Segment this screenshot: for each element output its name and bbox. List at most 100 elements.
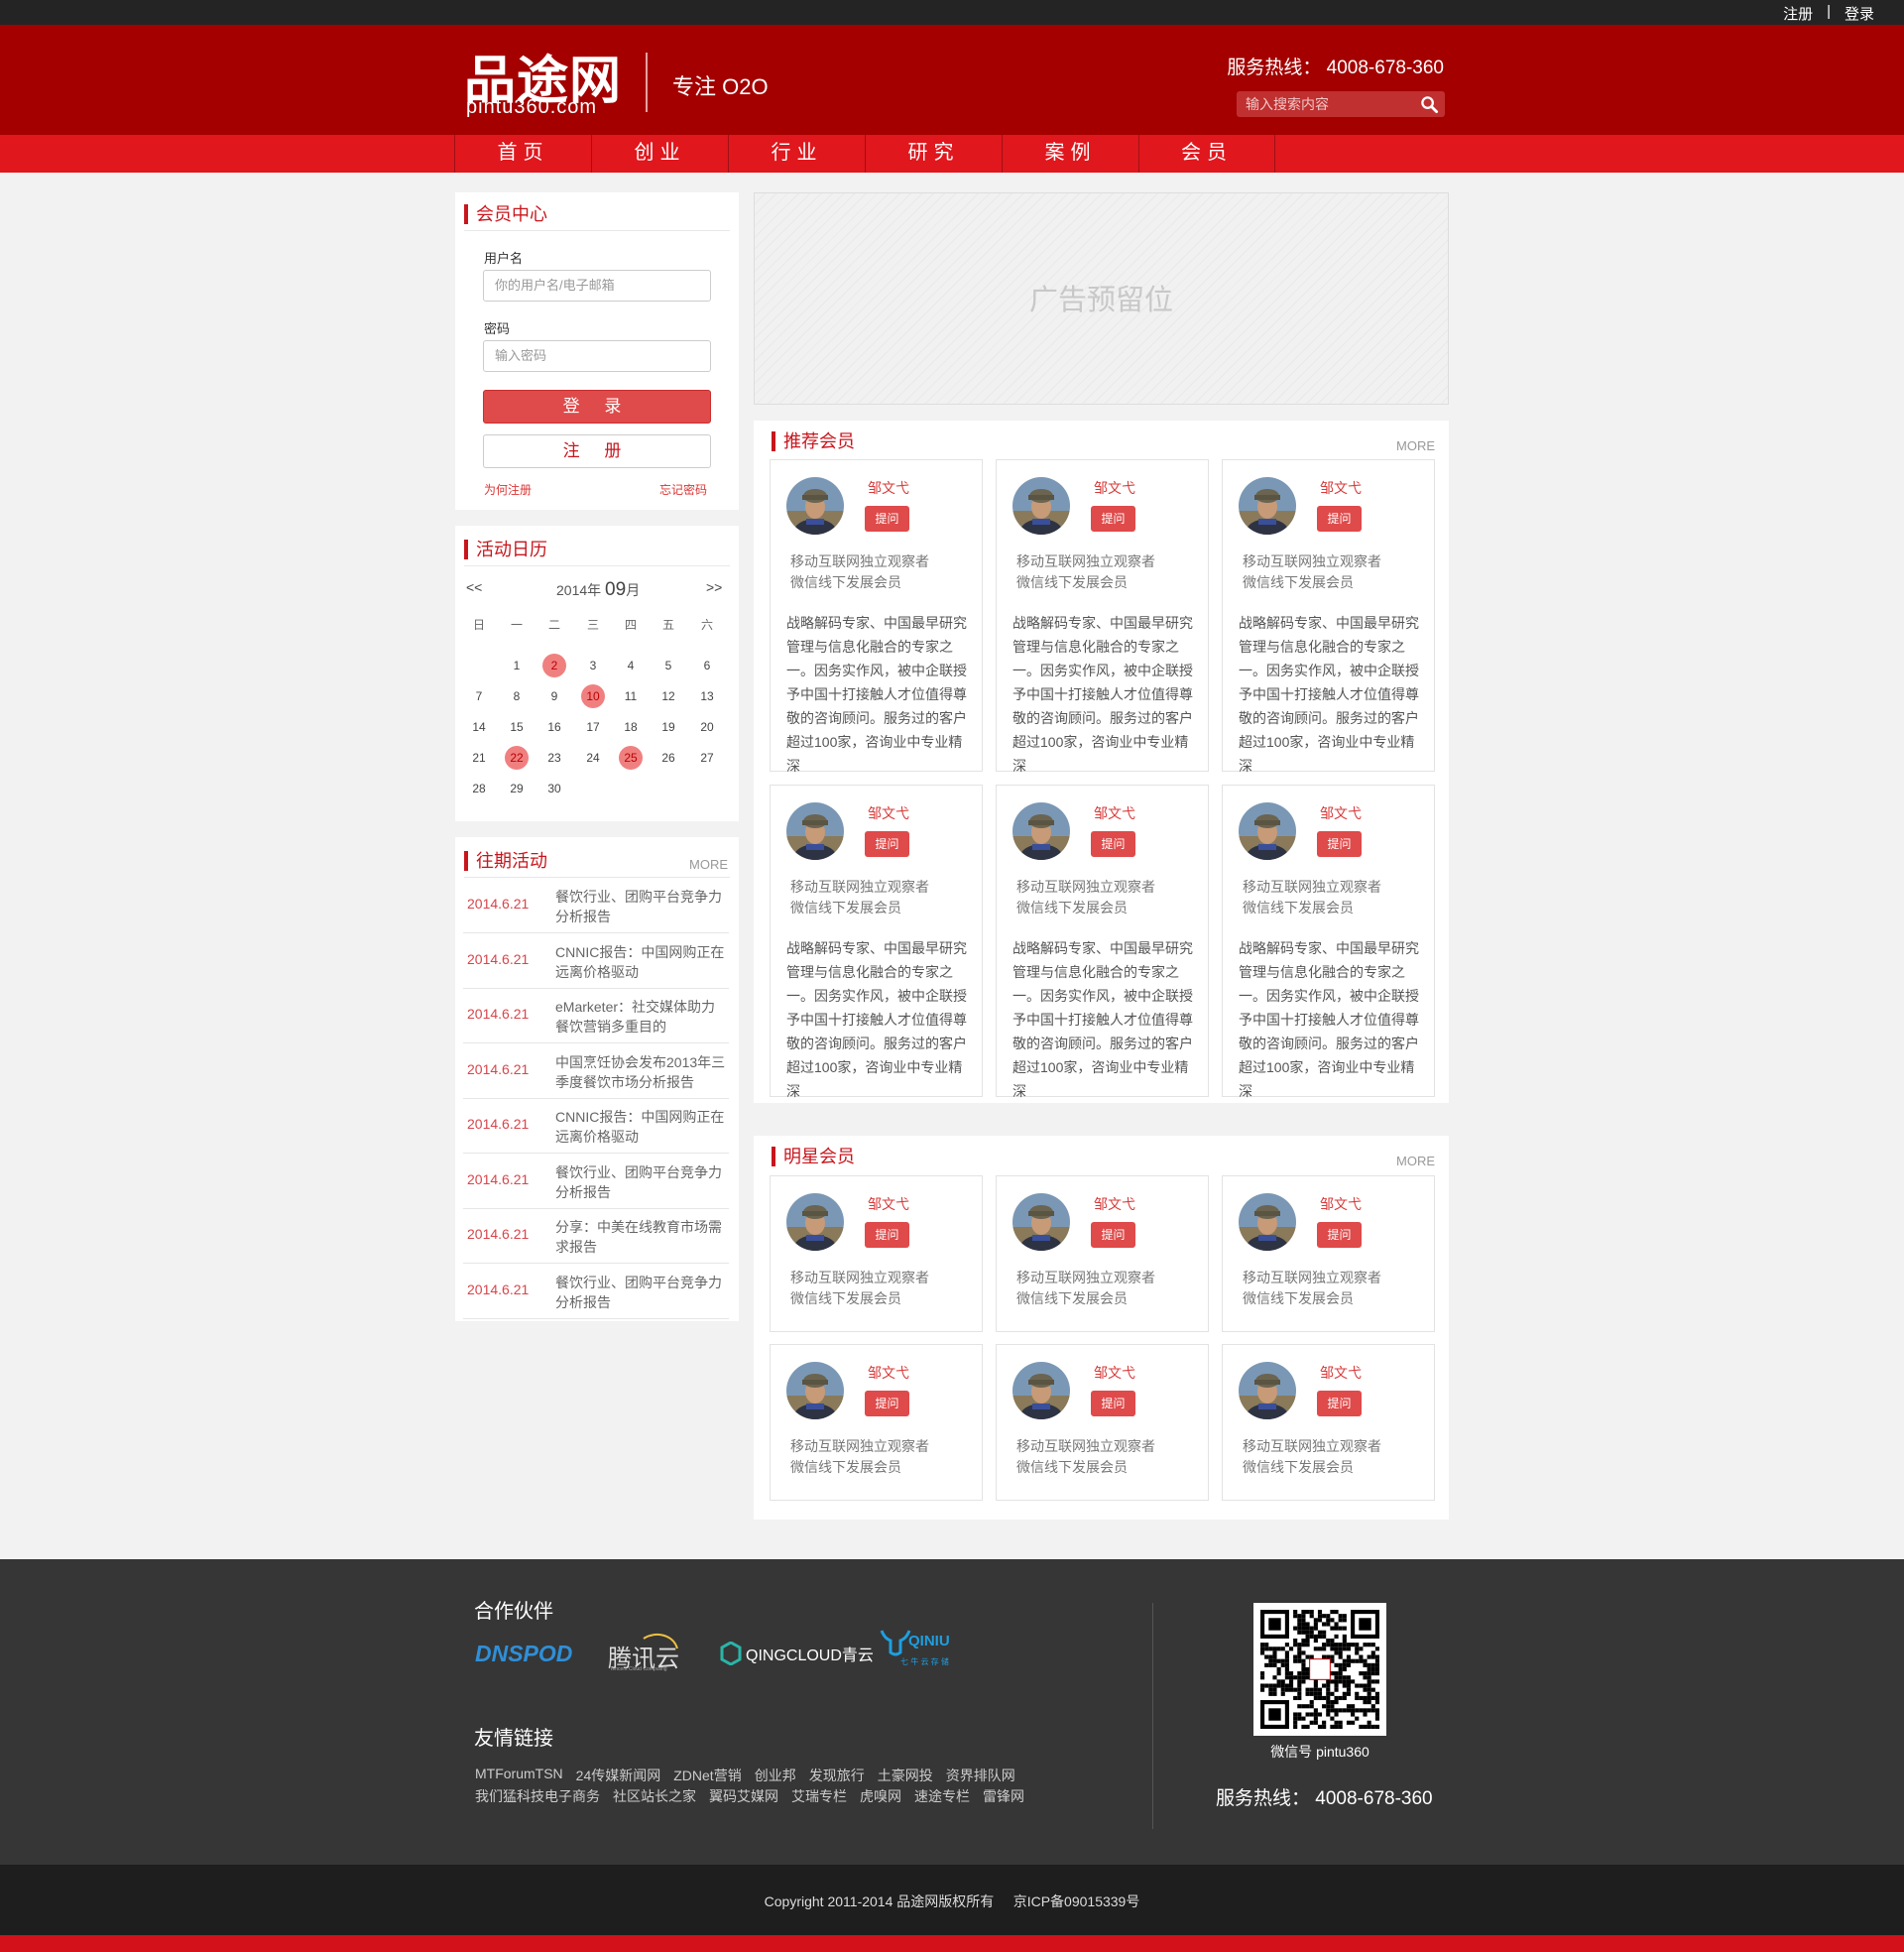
member-name[interactable]: 邹文弋 (868, 1194, 909, 1214)
ask-button[interactable]: 提问 (1317, 1391, 1362, 1416)
search-input[interactable] (1237, 91, 1415, 117)
register-link[interactable]: 注册 (1783, 3, 1813, 24)
member-card[interactable]: 邹文弋 提问 移动互联网独立观察者 微信线下发展会员 战略解码专家、中国最早研究管理与信… (770, 459, 983, 774)
nav-item[interactable]: 首页 (454, 135, 591, 173)
qiniu-logo[interactable]: QINIU 七 牛 云 存 储 (879, 1627, 964, 1672)
avatar[interactable] (786, 477, 844, 535)
ask-button[interactable]: 提问 (1317, 1222, 1362, 1248)
member-card[interactable]: 邹文弋 提问 移动互联网独立观察者 微信线下发展会员 (770, 1344, 983, 1501)
ask-button[interactable]: 提问 (1317, 506, 1362, 532)
member-card[interactable]: 邹文弋 提问 移动互联网独立观察者 微信线下发展会员 战略解码专家、中国最早研究管理与信… (770, 785, 983, 1099)
friend-link[interactable]: 土豪网投 (878, 1766, 933, 1785)
member-name[interactable]: 邹文弋 (868, 1363, 909, 1383)
friend-link[interactable]: 创业邦 (755, 1766, 796, 1785)
member-card[interactable]: 邹文弋 提问 移动互联网独立观察者 微信线下发展会员 战略解码专家、中国最早研究管理与信… (1222, 785, 1435, 1099)
username-field[interactable]: 你的用户名/电子邮箱 (483, 270, 711, 302)
event-list-item[interactable]: 2014.6.21 餐饮行业、团购平台竞争力分析报告 (463, 1155, 729, 1209)
nav-item[interactable]: 会员 (1138, 135, 1275, 173)
ask-button[interactable]: 提问 (1091, 1391, 1135, 1416)
member-name[interactable]: 邹文弋 (868, 803, 909, 823)
member-card[interactable]: 邹文弋 提问 移动互联网独立观察者 微信线下发展会员 战略解码专家、中国最早研究管理与信… (996, 785, 1209, 1099)
nav-item[interactable]: 创业 (591, 135, 728, 173)
calendar-event-day[interactable]: 25 (619, 746, 643, 770)
avatar[interactable] (1239, 1193, 1296, 1251)
friend-link[interactable]: ZDNet营销 (673, 1766, 741, 1785)
member-card[interactable]: 邹文弋 提问 移动互联网独立观察者 微信线下发展会员 战略解码专家、中国最早研究管理与信… (1222, 459, 1435, 774)
avatar[interactable] (786, 1193, 844, 1251)
member-card[interactable]: 邹文弋 提问 移动互联网独立观察者 微信线下发展会员 (770, 1175, 983, 1332)
avatar[interactable] (1012, 802, 1070, 860)
nav-item[interactable]: 案例 (1002, 135, 1138, 173)
member-card[interactable]: 邹文弋 提问 移动互联网独立观察者 微信线下发展会员 (996, 1344, 1209, 1501)
member-name[interactable]: 邹文弋 (1320, 1194, 1362, 1214)
star-more-link[interactable]: MORE (1396, 1154, 1435, 1168)
avatar[interactable] (786, 802, 844, 860)
friend-link[interactable]: 虎嗅网 (860, 1786, 901, 1806)
nav-item[interactable]: 行业 (728, 135, 865, 173)
event-list-item[interactable]: 2014.6.21 分享：中美在线教育市场需求报告 (463, 1209, 729, 1264)
calendar-event-day[interactable]: 2 (542, 654, 566, 677)
event-list-item[interactable]: 2014.6.21 CNNIC报告：中国网购正在远离价格驱动 (463, 934, 729, 989)
member-card[interactable]: 邹文弋 提问 移动互联网独立观察者 微信线下发展会员 战略解码专家、中国最早研究管理与信… (996, 459, 1209, 774)
ask-button[interactable]: 提问 (1091, 506, 1135, 532)
event-list-item[interactable]: 2014.6.21 CNNIC报告：中国网购正在远离价格驱动 (463, 1099, 729, 1154)
ask-button[interactable]: 提问 (1091, 831, 1135, 857)
ask-button[interactable]: 提问 (865, 831, 909, 857)
member-name[interactable]: 邹文弋 (1320, 1363, 1362, 1383)
ask-button[interactable]: 提问 (865, 1222, 909, 1248)
ad-placeholder[interactable]: 广告预留位 (754, 192, 1449, 405)
avatar[interactable] (1012, 477, 1070, 535)
friend-link[interactable]: 我们猛科技电子商务 (475, 1786, 600, 1806)
past-events-more-link[interactable]: MORE (689, 857, 728, 872)
friend-link[interactable]: 24传媒新闻网 (576, 1766, 661, 1785)
ask-button[interactable]: 提问 (865, 506, 909, 532)
dnspod-logo[interactable]: DNSPOD (475, 1641, 572, 1667)
calendar-event-day[interactable]: 10 (581, 684, 605, 708)
avatar[interactable] (1239, 477, 1296, 535)
friend-link[interactable]: 资界排队网 (946, 1766, 1015, 1785)
member-name[interactable]: 邹文弋 (1320, 478, 1362, 498)
friend-link[interactable]: 艾瑞专栏 (791, 1786, 847, 1806)
login-button[interactable]: 登 录 (483, 390, 711, 424)
friend-link[interactable]: 社区站长之家 (613, 1786, 696, 1806)
recommended-more-link[interactable]: MORE (1396, 438, 1435, 453)
search-icon[interactable] (1420, 95, 1439, 114)
avatar[interactable] (1012, 1362, 1070, 1419)
ask-button[interactable]: 提问 (1091, 1222, 1135, 1248)
avatar[interactable] (786, 1362, 844, 1419)
friend-link[interactable]: 雷锋网 (983, 1786, 1024, 1806)
tencent-cloud-logo[interactable]: 腾讯云 Tencent Cloud Computing (608, 1631, 687, 1674)
ask-button[interactable]: 提问 (865, 1391, 909, 1416)
avatar[interactable] (1012, 1193, 1070, 1251)
nav-item[interactable]: 研究 (865, 135, 1002, 173)
event-list-item[interactable]: 2014.6.21 餐饮行业、团购平台竞争力分析报告 (463, 879, 729, 933)
event-list-item[interactable]: 2014.6.21 餐饮行业、团购平台竞争力分析报告 (463, 1265, 729, 1319)
member-name[interactable]: 邹文弋 (1094, 478, 1135, 498)
avatar[interactable] (1239, 1362, 1296, 1419)
qingcloud-logo[interactable]: QINGCLOUD青云 (720, 1641, 874, 1666)
calendar-event-day[interactable]: 22 (505, 746, 529, 770)
calendar-next-button[interactable]: >> (706, 579, 722, 595)
ask-button[interactable]: 提问 (1317, 831, 1362, 857)
friend-link[interactable]: 翼码艾媒网 (709, 1786, 778, 1806)
friend-link[interactable]: MTForumTSN (475, 1766, 563, 1785)
member-name[interactable]: 邹文弋 (1320, 803, 1362, 823)
member-name[interactable]: 邹文弋 (1094, 803, 1135, 823)
member-name[interactable]: 邹文弋 (868, 478, 909, 498)
friend-link[interactable]: 发现旅行 (809, 1766, 865, 1785)
event-list-item[interactable]: 2014.6.21 eMarketer：社交媒体助力餐饮营销多重目的 (463, 989, 729, 1043)
avatar[interactable] (1239, 802, 1296, 860)
login-link[interactable]: 登录 (1844, 3, 1874, 24)
calendar-prev-button[interactable]: << (466, 579, 482, 595)
member-card[interactable]: 邹文弋 提问 移动互联网独立观察者 微信线下发展会员 (1222, 1175, 1435, 1332)
forgot-password-link[interactable]: 忘记密码 (659, 481, 707, 498)
member-name[interactable]: 邹文弋 (1094, 1363, 1135, 1383)
password-field[interactable]: 输入密码 (483, 340, 711, 372)
event-list-item[interactable]: 2014.6.21 中国烹饪协会发布2013年三季度餐饮市场分析报告 (463, 1044, 729, 1099)
member-card[interactable]: 邹文弋 提问 移动互联网独立观察者 微信线下发展会员 (1222, 1344, 1435, 1501)
friend-link[interactable]: 速途专栏 (914, 1786, 970, 1806)
register-button[interactable]: 注 册 (483, 434, 711, 468)
why-register-link[interactable]: 为何注册 (484, 481, 532, 498)
member-card[interactable]: 邹文弋 提问 移动互联网独立观察者 微信线下发展会员 (996, 1175, 1209, 1332)
member-name[interactable]: 邹文弋 (1094, 1194, 1135, 1214)
